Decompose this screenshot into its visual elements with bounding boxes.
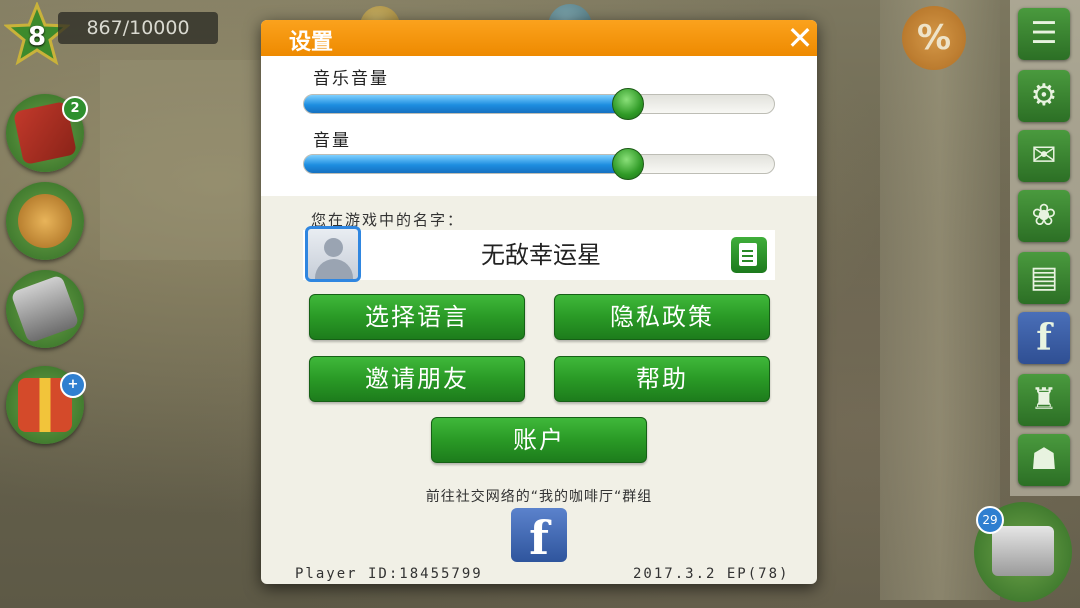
music-volume-knob[interactable] (612, 88, 645, 120)
waiter-icon[interactable]: ☗ (1018, 434, 1070, 486)
version-text: 2017.3.2 EP(78) (633, 566, 790, 582)
cash-register-icon (992, 526, 1054, 576)
background-wall (100, 60, 280, 260)
edit-name-icon[interactable] (731, 237, 767, 273)
invite-friends-button[interactable]: 邀请朋友 (309, 356, 525, 402)
select-language-button[interactable]: 选择语言 (309, 294, 525, 340)
close-button[interactable]: ✕ (785, 22, 815, 54)
notepad-icon[interactable]: ▤ (1018, 252, 1070, 304)
cooking-pot-button[interactable] (6, 182, 84, 260)
avatar-icon[interactable] (305, 226, 361, 282)
sound-volume-fill (304, 155, 629, 173)
music-volume-fill (304, 95, 629, 113)
player-name: 无敌幸运星 (481, 241, 601, 269)
xp-counter: 867/10000 (58, 12, 218, 44)
music-volume-slider[interactable] (303, 88, 775, 120)
edit-line (742, 255, 753, 257)
discount-button[interactable]: % (902, 6, 966, 70)
sound-volume-knob[interactable] (612, 148, 645, 180)
volume-panel: 音乐音量 音量 (261, 56, 817, 196)
account-button[interactable]: 账户 (431, 417, 647, 463)
gift-badge: + (60, 372, 86, 398)
avatar-head (324, 238, 343, 257)
help-button[interactable]: 帮助 (554, 356, 770, 402)
settings-dialog: 设置 ✕ 音乐音量 音量 您在游戏中的名字： 无敌幸运星 选择语言 隐私政策 邀… (261, 20, 817, 584)
privacy-policy-button[interactable]: 隐私政策 (554, 294, 770, 340)
social-network-text: 前往社交网络的“我的咖啡厅“群组 (425, 489, 653, 505)
edit-line (742, 260, 753, 262)
menu-list-icon[interactable]: ☰ (1018, 8, 1070, 60)
trophy-icon[interactable]: ♜ (1018, 374, 1070, 426)
dialog-title: 设置 (289, 30, 334, 55)
dialog-header: 设置 ✕ (261, 20, 817, 56)
pot-icon (18, 194, 72, 248)
avatar-torso (315, 259, 353, 279)
music-volume-label: 音乐音量 (313, 69, 389, 89)
sound-volume-slider[interactable] (303, 148, 775, 180)
mail-icon[interactable]: ✉ (1018, 130, 1070, 182)
food-dish-icon[interactable]: ❀ (1018, 190, 1070, 242)
sound-volume-label: 音量 (313, 131, 351, 151)
recipe-book-badge: 2 (62, 96, 88, 122)
facebook-icon[interactable]: f (1018, 312, 1070, 364)
phone-icon (10, 274, 80, 344)
facebook-group-button[interactable]: f (511, 508, 567, 562)
register-badge: 29 (976, 506, 1004, 534)
edit-line (742, 250, 753, 252)
player-id: Player ID:18455799 (295, 566, 483, 582)
gears-icon[interactable]: ⚙ (1018, 70, 1070, 122)
telephone-button[interactable] (6, 270, 84, 348)
